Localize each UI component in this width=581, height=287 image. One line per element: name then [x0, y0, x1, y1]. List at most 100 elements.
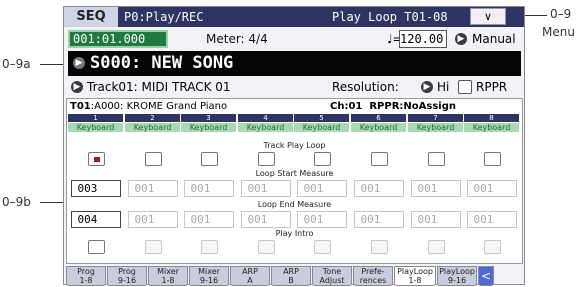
track-column-header: 2	[125, 114, 180, 122]
tempo-field[interactable]: 120.00	[399, 30, 447, 48]
loop-end-measure-field[interactable]: 001	[296, 211, 347, 228]
track-play-loop-checkbox[interactable]	[427, 152, 445, 166]
keyboard-label: Keyboard	[408, 123, 463, 132]
locator-display[interactable]: 001:01.000	[68, 30, 168, 48]
keyboard-label: Keyboard	[464, 123, 519, 132]
page-tab[interactable]: PlayLoop 1-8	[394, 266, 436, 286]
channel-rppr-info: Ch:01 RPPR:NoAssign	[330, 100, 456, 113]
page-tab[interactable]: ARP B	[271, 266, 311, 286]
annotation-menu-ref: 0–9	[550, 7, 572, 21]
loop-end-measure-field[interactable]: 001	[183, 211, 234, 228]
loop-start-measure-field[interactable]: 001	[353, 180, 404, 197]
track-select-arrow-icon[interactable]: ▶	[71, 81, 83, 93]
loop-start-measure-field[interactable]: 001	[296, 180, 347, 197]
track-play-loop-checkbox[interactable]	[483, 152, 501, 166]
track-play-loop-checkbox[interactable]	[144, 152, 162, 166]
annotation-line-9b	[40, 202, 64, 203]
page-tab[interactable]: Prefe- rences	[353, 266, 393, 286]
loop-start-measure-field[interactable]: 003	[70, 180, 121, 197]
track-play-loop-checkbox[interactable]	[87, 152, 105, 166]
resolution-value[interactable]: Hi	[437, 78, 449, 96]
loop-end-measure-field[interactable]: 001	[240, 211, 291, 228]
annotation-9b: 0–9b	[2, 195, 31, 209]
tab-label: PlayLoop 9-16	[439, 267, 475, 285]
tab-label: Tone Adjust	[319, 267, 345, 285]
play-intro-checkbox[interactable]	[200, 240, 218, 254]
loop-start-measure-field[interactable]: 001	[183, 180, 234, 197]
meter-display[interactable]: Meter: 4/4	[206, 30, 268, 48]
keyboard-label: Keyboard	[294, 123, 349, 132]
checked-mark-icon	[93, 157, 100, 162]
track-column-header: 1	[68, 114, 123, 122]
loop-end-measure-field[interactable]: 004	[70, 211, 121, 228]
track-play-loop-checkbox[interactable]	[200, 152, 218, 166]
tab-label: PlayLoop 1-8	[397, 267, 433, 285]
loop-end-measure-field[interactable]: 001	[466, 211, 517, 228]
section-label-track-play-loop: Track Play Loop	[263, 141, 326, 150]
resolution-label: Resolution:	[332, 80, 399, 94]
meter-value: 4/4	[248, 32, 268, 46]
play-intro-checkbox[interactable]	[313, 240, 331, 254]
info-program: :A000: KROME Grand Piano	[90, 101, 228, 112]
tab-label: Mixer 9-16	[198, 267, 220, 285]
song-select-arrow-icon[interactable]: ▶	[73, 57, 85, 69]
resolution-arrow-icon[interactable]: ▶	[421, 81, 433, 93]
page-menu-button[interactable]: ∨	[470, 8, 506, 25]
track-column-header: 7	[408, 114, 463, 122]
mode-tab-seq[interactable]: SEQ	[64, 7, 118, 27]
play-intro-checkbox[interactable]	[257, 240, 275, 254]
page-tab[interactable]: ARP A	[230, 266, 270, 286]
track-play-loop-checkbox[interactable]	[313, 152, 331, 166]
page-title: P0:Play/REC	[124, 10, 204, 24]
track-column-header: 3	[181, 114, 236, 122]
page-tab[interactable]: Prog 1-8	[66, 266, 106, 286]
loop-start-measure-field[interactable]: 001	[466, 180, 517, 197]
track-select[interactable]: Track01: MIDI TRACK 01	[87, 78, 231, 96]
loop-end-measure-field[interactable]: 001	[353, 211, 404, 228]
play-intro-checkbox[interactable]	[87, 240, 105, 254]
tempo-mode-arrow-icon[interactable]: ▶	[455, 33, 467, 45]
track-column-header: 4	[238, 114, 293, 122]
meter-label: Meter:	[206, 32, 245, 46]
tab-label: Prog 1-8	[77, 267, 95, 285]
keyboard-label: Keyboard	[181, 123, 236, 132]
tab-label: ARP B	[283, 267, 299, 285]
annotation-9a: 0–9a	[2, 57, 31, 71]
loop-start-measure-field[interactable]: 001	[127, 180, 178, 197]
section-label-loop-end: Loop End Measure	[257, 200, 332, 209]
section-label-loop-start: Loop Start Measure	[255, 169, 334, 178]
tempo-mode-label[interactable]: Manual	[472, 30, 516, 48]
page-tab[interactable]: Prog 9-16	[107, 266, 147, 286]
play-intro-checkbox[interactable]	[427, 240, 445, 254]
track-column-header: 5	[294, 114, 349, 122]
tab-label: Mixer 1-8	[157, 267, 179, 285]
page-tab[interactable]: Mixer 9-16	[189, 266, 229, 286]
play-intro-checkbox[interactable]	[483, 240, 501, 254]
song-name[interactable]: S000: NEW SONG	[90, 51, 233, 76]
page-tab[interactable]: PlayLoop 9-16	[437, 266, 477, 286]
back-arrow-tab[interactable]: <	[478, 266, 494, 286]
loop-end-measure-field[interactable]: 001	[410, 211, 461, 228]
info-track: T01	[70, 101, 91, 112]
section-label-play-intro: Play Intro	[275, 229, 314, 238]
info-rppr: RPPR:NoAssign	[369, 101, 456, 112]
keyboard-label: Keyboard	[68, 123, 123, 132]
track-play-loop-checkbox[interactable]	[370, 152, 388, 166]
track-play-loop-checkbox[interactable]	[257, 152, 275, 166]
loop-start-measure-field[interactable]: 001	[240, 180, 291, 197]
track-column-header: 8	[464, 114, 519, 122]
play-intro-checkbox[interactable]	[370, 240, 388, 254]
page-tab[interactable]: Mixer 1-8	[148, 266, 188, 286]
loop-end-measure-field[interactable]: 001	[127, 211, 178, 228]
tab-label: <	[480, 269, 492, 283]
keyboard-label: Keyboard	[125, 123, 180, 132]
page-subtitle: Play Loop T01-08	[332, 10, 448, 24]
loop-start-measure-field[interactable]: 001	[410, 180, 461, 197]
rppr-checkbox[interactable]	[458, 80, 472, 94]
keyboard-label: Keyboard	[238, 123, 293, 132]
play-intro-checkbox[interactable]	[144, 240, 162, 254]
track-column-header: 6	[351, 114, 406, 122]
page-tab[interactable]: Tone Adjust	[312, 266, 352, 286]
annotation-menu-label: Menu	[542, 25, 575, 39]
tab-label: Prog 9-16	[117, 267, 137, 285]
